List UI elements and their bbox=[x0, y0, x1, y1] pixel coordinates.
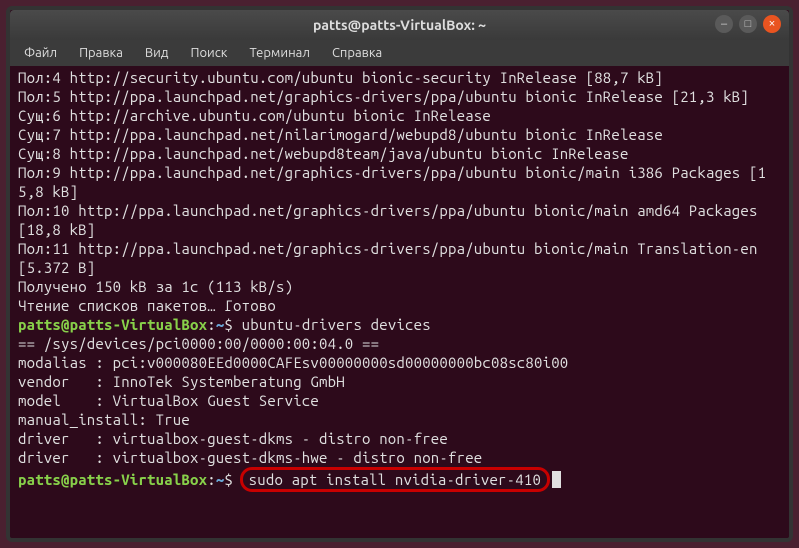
output-line: Сущ:6 http://archive.ubuntu.com/ubuntu b… bbox=[18, 106, 781, 125]
maximize-button[interactable]: □ bbox=[739, 15, 757, 33]
output-line: Сущ:8 http://ppa.launchpad.net/webupd8te… bbox=[18, 144, 781, 163]
output-line: Пол:11 http://ppa.launchpad.net/graphics… bbox=[18, 239, 781, 277]
menu-search[interactable]: Поиск bbox=[180, 43, 237, 63]
menu-terminal[interactable]: Терминал bbox=[239, 43, 319, 63]
output-line: Пол:9 http://ppa.launchpad.net/graphics-… bbox=[18, 163, 781, 201]
terminal-window: patts@patts-VirtualBox: ~ – □ × Файл Пра… bbox=[6, 6, 793, 542]
menu-help[interactable]: Справка bbox=[322, 43, 392, 63]
cursor-icon bbox=[552, 471, 561, 488]
output-line: Пол:4 http://security.ubuntu.com/ubuntu … bbox=[18, 68, 781, 87]
menu-edit[interactable]: Правка bbox=[69, 43, 133, 63]
prompt-sep: : bbox=[207, 316, 216, 333]
output-line: == /sys/devices/pci0000:00/0000:00:04.0 … bbox=[18, 334, 781, 353]
output-line: model : VirtualBox Guest Service bbox=[18, 391, 781, 410]
output-line: Получено 150 kB за 1с (113 kB/s) bbox=[18, 277, 781, 296]
output-line: vendor : InnoTek Systemberatung GmbH bbox=[18, 372, 781, 391]
terminal-body[interactable]: Пол:4 http://security.ubuntu.com/ubuntu … bbox=[10, 66, 789, 494]
window-controls: – □ × bbox=[715, 15, 781, 33]
output-line: driver : virtualbox-guest-dkms-hwe - dis… bbox=[18, 448, 781, 467]
output-line: driver : virtualbox-guest-dkms - distro … bbox=[18, 429, 781, 448]
prompt-userhost: patts@patts-VirtualBox bbox=[18, 316, 207, 333]
menu-file[interactable]: Файл bbox=[14, 43, 67, 63]
close-button[interactable]: × bbox=[763, 15, 781, 33]
prompt-sep: : bbox=[207, 471, 216, 488]
titlebar: patts@patts-VirtualBox: ~ – □ × bbox=[10, 10, 789, 40]
command-text: sudo apt install nvidia-driver-410 bbox=[249, 471, 541, 488]
prompt-line: patts@patts-VirtualBox:~$ sudo apt insta… bbox=[18, 467, 781, 492]
prompt-symbol: $ bbox=[224, 471, 233, 488]
output-line: Пол:10 http://ppa.launchpad.net/graphics… bbox=[18, 201, 781, 239]
prompt-symbol: $ bbox=[224, 316, 233, 333]
minimize-button[interactable]: – bbox=[715, 15, 733, 33]
prompt-line: patts@patts-VirtualBox:~$ ubuntu-drivers… bbox=[18, 315, 781, 334]
output-line: Сущ:7 http://ppa.launchpad.net/nilarimog… bbox=[18, 125, 781, 144]
output-line: Пол:5 http://ppa.launchpad.net/graphics-… bbox=[18, 87, 781, 106]
menubar: Файл Правка Вид Поиск Терминал Справка bbox=[10, 40, 789, 66]
window-title: patts@patts-VirtualBox: ~ bbox=[10, 17, 789, 33]
command-text: ubuntu-drivers devices bbox=[242, 316, 431, 333]
output-line: Чтение списков пакетов… Готово bbox=[18, 296, 781, 315]
highlighted-command: sudo apt install nvidia-driver-410 bbox=[240, 467, 550, 492]
output-line: modalias : pci:v000080EEd0000CAFEsv00000… bbox=[18, 353, 781, 372]
output-line: manual_install: True bbox=[18, 410, 781, 429]
prompt-userhost: patts@patts-VirtualBox bbox=[18, 471, 207, 488]
menu-view[interactable]: Вид bbox=[135, 43, 179, 63]
